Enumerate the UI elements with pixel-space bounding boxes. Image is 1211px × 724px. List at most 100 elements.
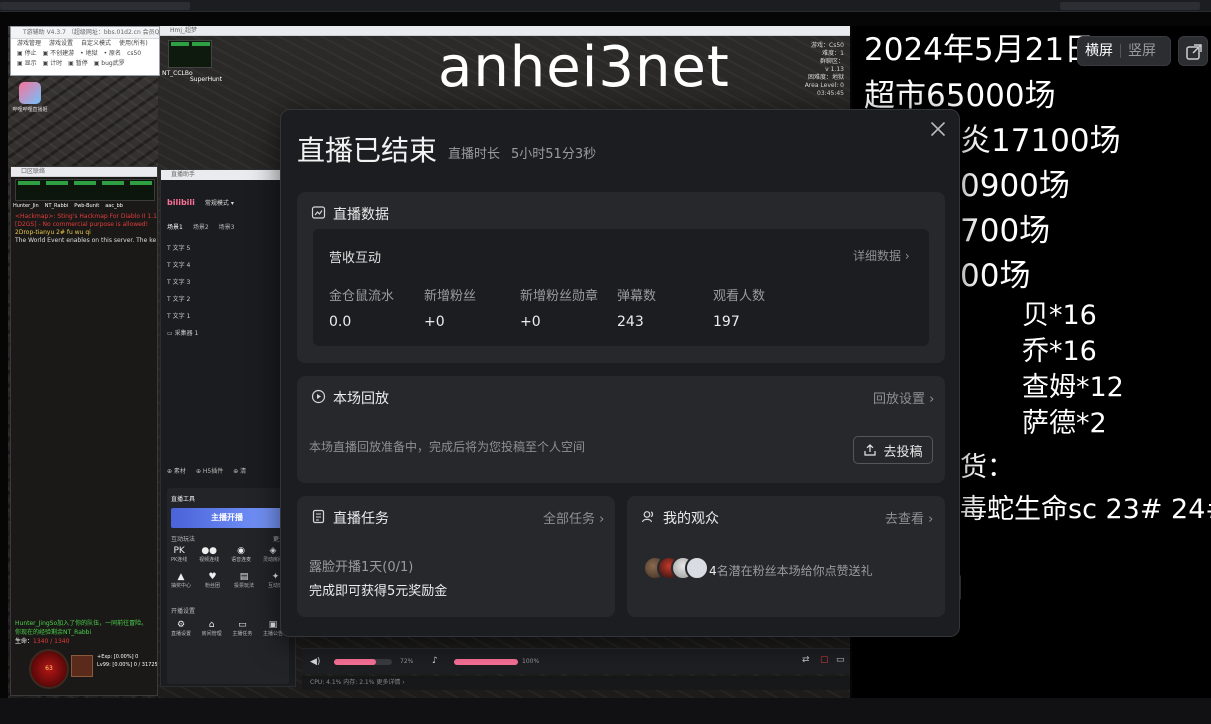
tool-room-manage[interactable]: ⌂ 房间管理 xyxy=(202,620,222,637)
view-audience-link[interactable]: 去查看 › xyxy=(885,508,933,527)
popout-button[interactable] xyxy=(1178,36,1208,66)
stat-label: 观看人数 xyxy=(713,289,766,304)
party-names: Hunter_Jin NT_Rabbi Pwb-Bunit aac_bb xyxy=(13,203,123,209)
mic-volume-slider[interactable] xyxy=(454,659,518,665)
camera-icon[interactable]: ▭ xyxy=(836,655,845,665)
game-window-main[interactable]: 口区联络 Hunter_Jin NT_Rabbi Pwb-Bunit aac_b… xyxy=(10,166,158,696)
skill-icon[interactable] xyxy=(71,655,93,677)
top-tab[interactable] xyxy=(1060,2,1200,10)
top-tab[interactable] xyxy=(0,2,190,10)
speaker-volume-fill xyxy=(334,659,376,665)
pk-icon: PK xyxy=(173,546,185,556)
external-link-icon xyxy=(1186,44,1202,60)
tool-pk[interactable]: PK PK连线 xyxy=(171,546,187,563)
source-item[interactable]: T 文字 3 xyxy=(167,274,198,291)
chat-line: The World Event enables on this server. … xyxy=(15,237,157,244)
task-name: 露脸开播1天(0/1) xyxy=(309,560,414,575)
duration-value: 5小时51分3秒 xyxy=(511,147,597,162)
h5-plugin-button[interactable]: ⊕ H5插件 xyxy=(196,466,223,475)
stat-item: 观看人数 197 xyxy=(713,285,765,330)
desktop-shortcut[interactable]: 哔哩哔哩直播姬 xyxy=(12,82,48,122)
helper-menu[interactable]: 游戏管理 游戏设置 自定义模式 使用(所有) xyxy=(11,39,159,49)
revenue-panel: 营收互动 详细数据 › 金仓鼠流水 0.0 新增粉丝 +0 新增粉丝勋章 +0 … xyxy=(313,229,929,346)
party-hp-bar xyxy=(74,181,96,185)
speaker-volume-slider[interactable] xyxy=(334,659,392,665)
party-player-name: NT_Rabbi xyxy=(44,203,69,209)
exp-line: Lv99: [0.00%] 0 / 317253763 xyxy=(97,662,158,668)
source-item[interactable]: T 文字 4 xyxy=(167,257,198,274)
mic-icon[interactable]: ♪ xyxy=(432,656,438,666)
chevron-right-icon: › xyxy=(928,512,934,527)
swap-icon[interactable]: ⇄ xyxy=(802,655,810,665)
mic-icon: ◉ xyxy=(237,546,245,556)
helper-row: ▣ 停止 ▣ 不创建游 • 地狱 • 原名 cs50 xyxy=(11,49,159,59)
speaker-icon[interactable]: ◀) xyxy=(310,657,320,667)
tab-scene[interactable]: 场景2 xyxy=(193,222,209,231)
submit-video-button[interactable]: 去投稿 xyxy=(853,436,933,464)
tool-vote[interactable]: ▤ 投票玩法 xyxy=(234,572,254,589)
helper-option[interactable]: ▣ 停止 xyxy=(17,49,37,59)
tool-lottery[interactable]: ▲ 抽奖中心 xyxy=(171,572,191,589)
tool-voice[interactable]: ◉ 语音连麦 xyxy=(231,546,251,563)
helper-menu-item[interactable]: 游戏设置 xyxy=(49,39,73,49)
tool-tasks[interactable]: ▭ 主播任务 xyxy=(232,620,252,637)
source-item[interactable]: T 文字 2 xyxy=(167,291,198,308)
chevron-right-icon: › xyxy=(599,512,605,527)
tool-label: 主播公告 xyxy=(262,631,283,637)
live-assistant-title: 直播助手 xyxy=(161,170,295,180)
chat-line: [D2GS] - No commercial purpose is allowe… xyxy=(15,221,149,228)
helper-option[interactable]: • 原名 xyxy=(104,49,121,59)
play-circle-icon xyxy=(311,389,326,404)
clear-button[interactable]: ⊕ 清 xyxy=(233,466,246,475)
gift-icon: ▲ xyxy=(177,572,185,582)
landscape-button[interactable]: 横屏 xyxy=(1078,36,1120,66)
party-hp-bar xyxy=(18,181,40,185)
add-material-button[interactable]: ⊕ 素材 xyxy=(167,466,186,475)
helper-option[interactable]: ▣ 计时 xyxy=(43,59,63,69)
tab-scene[interactable]: 场景3 xyxy=(219,222,235,231)
record-icon[interactable]: ▢ xyxy=(820,655,829,665)
party-hp-bar xyxy=(46,181,68,185)
helper-option[interactable]: ▣ 显示 xyxy=(17,59,37,69)
tool-fans[interactable]: ♥ 粉丝团 xyxy=(205,572,220,589)
source-actions: ⊕ 素材 ⊕ H5插件 ⊕ 清 xyxy=(167,466,246,475)
replay-settings-link[interactable]: 回放设置 › xyxy=(873,388,934,407)
tool-live-settings[interactable]: ⚙ 直播设置 xyxy=(171,620,191,637)
overlay-line: 货： xyxy=(960,452,1014,483)
portrait-button[interactable]: 竖屏 xyxy=(1121,36,1163,66)
users-icon: ●● xyxy=(201,546,218,556)
live-banner[interactable]: 主播开播 xyxy=(171,508,283,528)
party-player-name: aac_bb xyxy=(105,203,123,209)
tab-scene[interactable]: 场景1 xyxy=(167,222,183,231)
helper-menu-item[interactable]: 自定义模式 xyxy=(81,39,111,49)
game-party-messages: Hunter_JingSo加入了你的队伍，一同前往冒险。 你现在的经验剩余NT_… xyxy=(15,619,147,646)
stat-item: 新增粉丝 +0 xyxy=(424,285,476,330)
hud-line: 游戏：Cs50 xyxy=(811,42,844,49)
game-hud-info: 游戏：Cs50 难度：1 群聊区： v 1.13 困难度：地狱 Area Lev… xyxy=(796,42,844,98)
task-icon: ▭ xyxy=(238,620,247,630)
source-item[interactable]: T 文字 5 xyxy=(167,240,198,257)
helper-option[interactable]: • 地狱 xyxy=(80,49,97,59)
tool-video[interactable]: ●● 视频连线 xyxy=(199,546,219,563)
all-tasks-link[interactable]: 全部任务 › xyxy=(543,508,604,527)
helper-menu-item[interactable]: 使用(所有) xyxy=(119,39,148,49)
helper-option[interactable]: cs50 xyxy=(127,49,141,59)
live-data-card: 直播数据 营收互动 详细数据 › 金仓鼠流水 0.0 新增粉丝 +0 新增粉丝勋… xyxy=(297,192,945,363)
source-item[interactable]: ▭ 采集器 1 xyxy=(167,325,198,342)
helper-menu-item[interactable]: 游戏管理 xyxy=(17,39,41,49)
speaker-volume-value: 72% xyxy=(400,658,414,665)
heart-icon: ♥ xyxy=(208,572,217,582)
helper-tool-window[interactable]: T游辅助 V4.3.7 （超级网址：bbs.01d2.cn 会员QQ 游戏管理 … xyxy=(10,26,160,76)
helper-option[interactable]: ▣ 不创建游 xyxy=(43,49,75,59)
party-hp-bar xyxy=(192,42,210,46)
stat-label: 金仓鼠流水 xyxy=(329,289,395,304)
detail-data-link[interactable]: 详细数据 › xyxy=(853,247,910,264)
avatar[interactable] xyxy=(685,556,709,580)
helper-window-title: T游辅助 V4.3.7 （超级网址：bbs.01d2.cn 会员QQ xyxy=(11,27,159,39)
source-item[interactable]: T 文字 1 xyxy=(167,308,198,325)
mic-volume-value: 100% xyxy=(522,658,540,665)
mode-dropdown[interactable]: 常规模式 ▾ xyxy=(205,198,234,207)
helper-option[interactable]: ▣ 暂停 xyxy=(68,59,88,69)
close-button[interactable] xyxy=(927,118,949,140)
helper-option[interactable]: ▣ bug武罗 xyxy=(94,59,125,69)
